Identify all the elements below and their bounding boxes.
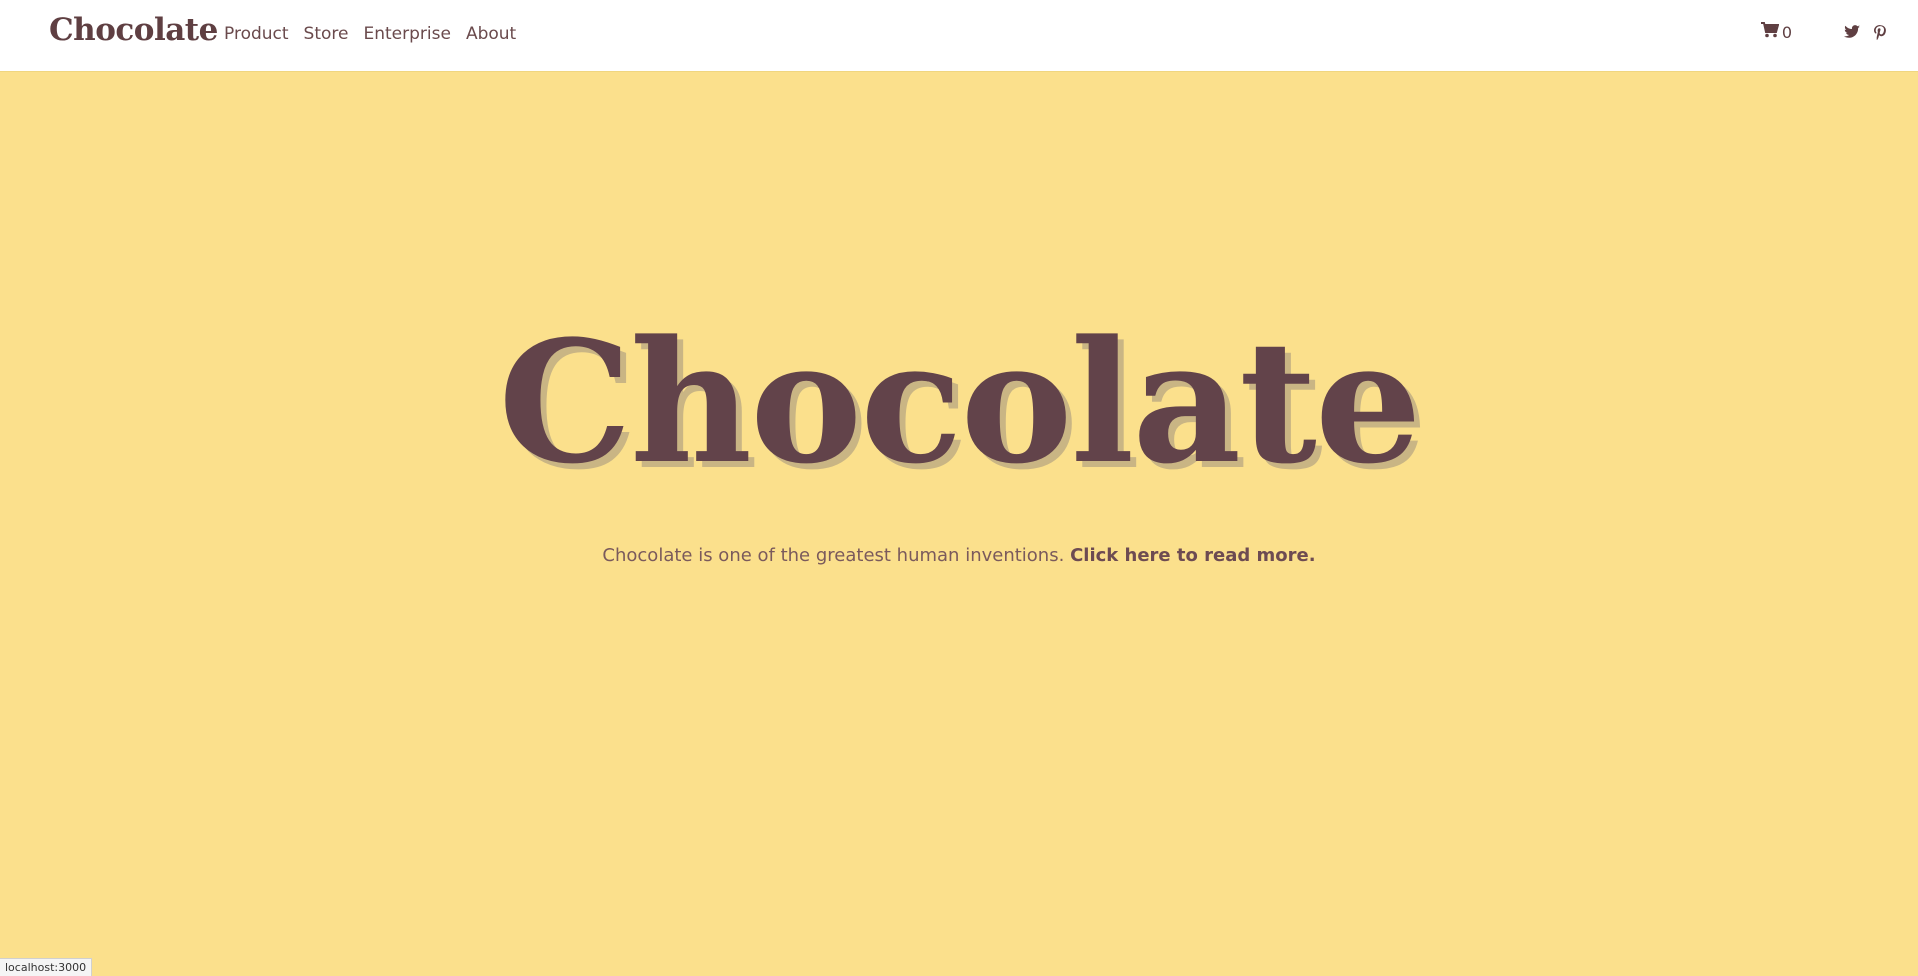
cart-button[interactable]: 0 <box>1760 22 1792 42</box>
pinterest-icon[interactable] <box>1874 24 1886 40</box>
hero-title: Chocolate <box>498 303 1421 501</box>
nav-links: Product Store Enterprise About <box>224 24 531 44</box>
brand-logo[interactable]: Chocolate <box>49 12 218 48</box>
navbar: Chocolate Product Store Enterprise About… <box>0 0 1918 72</box>
nav-right: 0 <box>1760 22 1886 42</box>
read-more-link[interactable]: Click here to read more. <box>1070 545 1316 566</box>
cart-count: 0 <box>1781 22 1792 42</box>
status-bar-url: localhost:3000 <box>0 958 93 976</box>
twitter-icon[interactable] <box>1844 25 1860 39</box>
cart-icon <box>1760 22 1782 42</box>
nav-item-enterprise[interactable]: Enterprise <box>363 24 450 44</box>
nav-item-product[interactable]: Product <box>224 24 289 44</box>
nav-item-about[interactable]: About <box>466 24 516 44</box>
hero-subtitle: Chocolate is one of the greatest human i… <box>0 545 1918 566</box>
nav-item-store[interactable]: Store <box>304 24 349 44</box>
hero-subtitle-text: Chocolate is one of the greatest human i… <box>602 545 1065 566</box>
